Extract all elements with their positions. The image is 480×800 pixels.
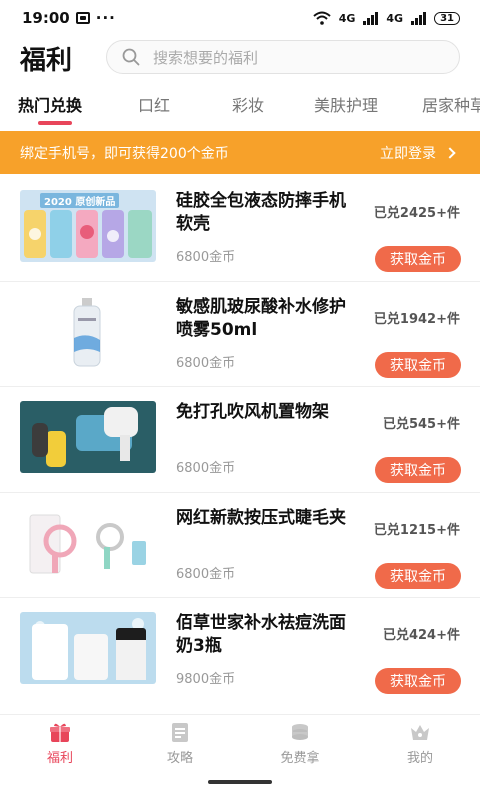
- nav-free[interactable]: 免费拿: [260, 721, 340, 766]
- bind-phone-banner[interactable]: 绑定手机号，即可获得200个金币 立即登录: [0, 131, 480, 174]
- product-image-phone-case: 2020 原创新品: [20, 190, 156, 262]
- nav-label: 攻略: [166, 751, 193, 766]
- gift-icon: [50, 723, 70, 742]
- product-price: 6800金币: [176, 250, 236, 265]
- sold-count: 已兑2425+件: [373, 206, 460, 221]
- notification-icon: [75, 12, 90, 24]
- product-image-eyelash-curler: [20, 506, 156, 579]
- nav-label: 免费拿: [280, 751, 320, 766]
- sold-count: 已兑545+件: [382, 417, 460, 433]
- product-price: 6800金币: [176, 355, 236, 371]
- get-coins-button[interactable]: 获取金币: [375, 457, 461, 484]
- list-item[interactable]: 免打孔吹风机置物架 6800金币 已兑545+件 获取金币: [0, 387, 480, 493]
- home-indicator[interactable]: [208, 780, 272, 784]
- product-title: 敏感肌玻尿酸补水修护喷雾50ml: [176, 296, 346, 340]
- nav-label: 我的: [406, 751, 433, 766]
- get-coins-button[interactable]: 获取金币: [375, 351, 461, 378]
- product-title: 网红新款按压式睫毛夹: [176, 507, 346, 528]
- search-placeholder: 搜索想要的福利: [153, 48, 259, 67]
- list-item[interactable]: 网红新款按压式睫毛夹 6800金币 已兑1215+件 获取金币: [0, 493, 480, 599]
- nav-guide[interactable]: 攻略: [140, 721, 220, 766]
- get-coins-button[interactable]: 获取金币: [375, 668, 461, 695]
- product-price: 9800金币: [176, 672, 236, 688]
- network-label-2: 4G: [386, 11, 404, 25]
- banner-text: 绑定手机号，即可获得200个金币: [20, 145, 229, 162]
- tab-makeup[interactable]: 彩妆: [232, 92, 264, 116]
- nav-welfare[interactable]: 福利: [20, 721, 100, 766]
- nav-label: 福利: [46, 751, 73, 766]
- nav-mine[interactable]: 我的: [380, 721, 460, 766]
- more-notifications-icon: ···: [95, 9, 116, 27]
- tab-skincare[interactable]: 美肤护理: [314, 92, 378, 116]
- wifi-icon: [313, 11, 331, 25]
- sold-count: 已兑424+件: [382, 628, 460, 644]
- product-price: 6800金币: [176, 461, 236, 477]
- product-list: 2020 原创新品 硅胶全包液态防摔手机软壳 6800金币 已兑2425+件 获…: [0, 176, 480, 704]
- thumb-caption: 2020 原创新品: [40, 193, 120, 208]
- list-item[interactable]: 佰草世家补水祛痘洗面奶3瓶 9800金币 已兑424+件 获取金币: [0, 598, 480, 704]
- sold-count: 已兑1215+件: [373, 522, 460, 538]
- status-time: 19:00: [22, 9, 70, 27]
- list-item[interactable]: 敏感肌玻尿酸补水修护喷雾50ml 6800金币 已兑1942+件 获取金币: [0, 282, 480, 388]
- bottom-nav: 福利 攻略 免费拿 我的: [0, 714, 480, 800]
- signal-icon-2: [411, 11, 427, 25]
- header: 福利 搜索想要的福利: [0, 36, 480, 82]
- product-title: 硅胶全包液态防摔手机软壳: [176, 191, 346, 234]
- tab-home[interactable]: 居家种草: [422, 92, 480, 116]
- login-link-label: 立即登录: [380, 145, 436, 162]
- page-title: 福利: [20, 46, 73, 76]
- product-title: 免打孔吹风机置物架: [176, 402, 329, 423]
- category-tabs: 热门兑换 口红 彩妆 美肤护理 居家种草: [0, 84, 480, 128]
- tab-lipstick[interactable]: 口红: [138, 92, 170, 116]
- login-link[interactable]: 立即登录: [380, 143, 456, 163]
- signal-icon: [363, 11, 379, 25]
- product-image-dryer-rack: [20, 401, 156, 474]
- product-image-spray: [20, 295, 156, 368]
- get-coins-button[interactable]: 获取金币: [375, 562, 461, 589]
- product-price: 6800金币: [176, 566, 236, 582]
- coins-icon: [292, 724, 308, 740]
- tab-indicator: [38, 121, 72, 125]
- search-input[interactable]: 搜索想要的福利: [106, 40, 460, 74]
- search-icon: [122, 48, 140, 66]
- list-item[interactable]: 2020 原创新品 硅胶全包液态防摔手机软壳 6800金币 已兑2425+件 获…: [0, 176, 480, 282]
- sold-count: 已兑1942+件: [373, 311, 460, 327]
- product-title: 佰草世家补水祛痘洗面奶3瓶: [176, 613, 346, 657]
- chevron-right-icon: [444, 146, 456, 159]
- product-image-cleanser: [20, 612, 156, 685]
- tab-hot-exchange[interactable]: 热门兑换: [18, 92, 82, 116]
- document-icon: [172, 723, 188, 742]
- network-label-1: 4G: [338, 11, 356, 25]
- get-coins-button[interactable]: 获取金币: [375, 246, 461, 272]
- crown-icon: [411, 725, 429, 740]
- status-bar: 19:00 ··· 4G 4G 31: [0, 0, 480, 36]
- battery-icon: 31: [434, 11, 460, 25]
